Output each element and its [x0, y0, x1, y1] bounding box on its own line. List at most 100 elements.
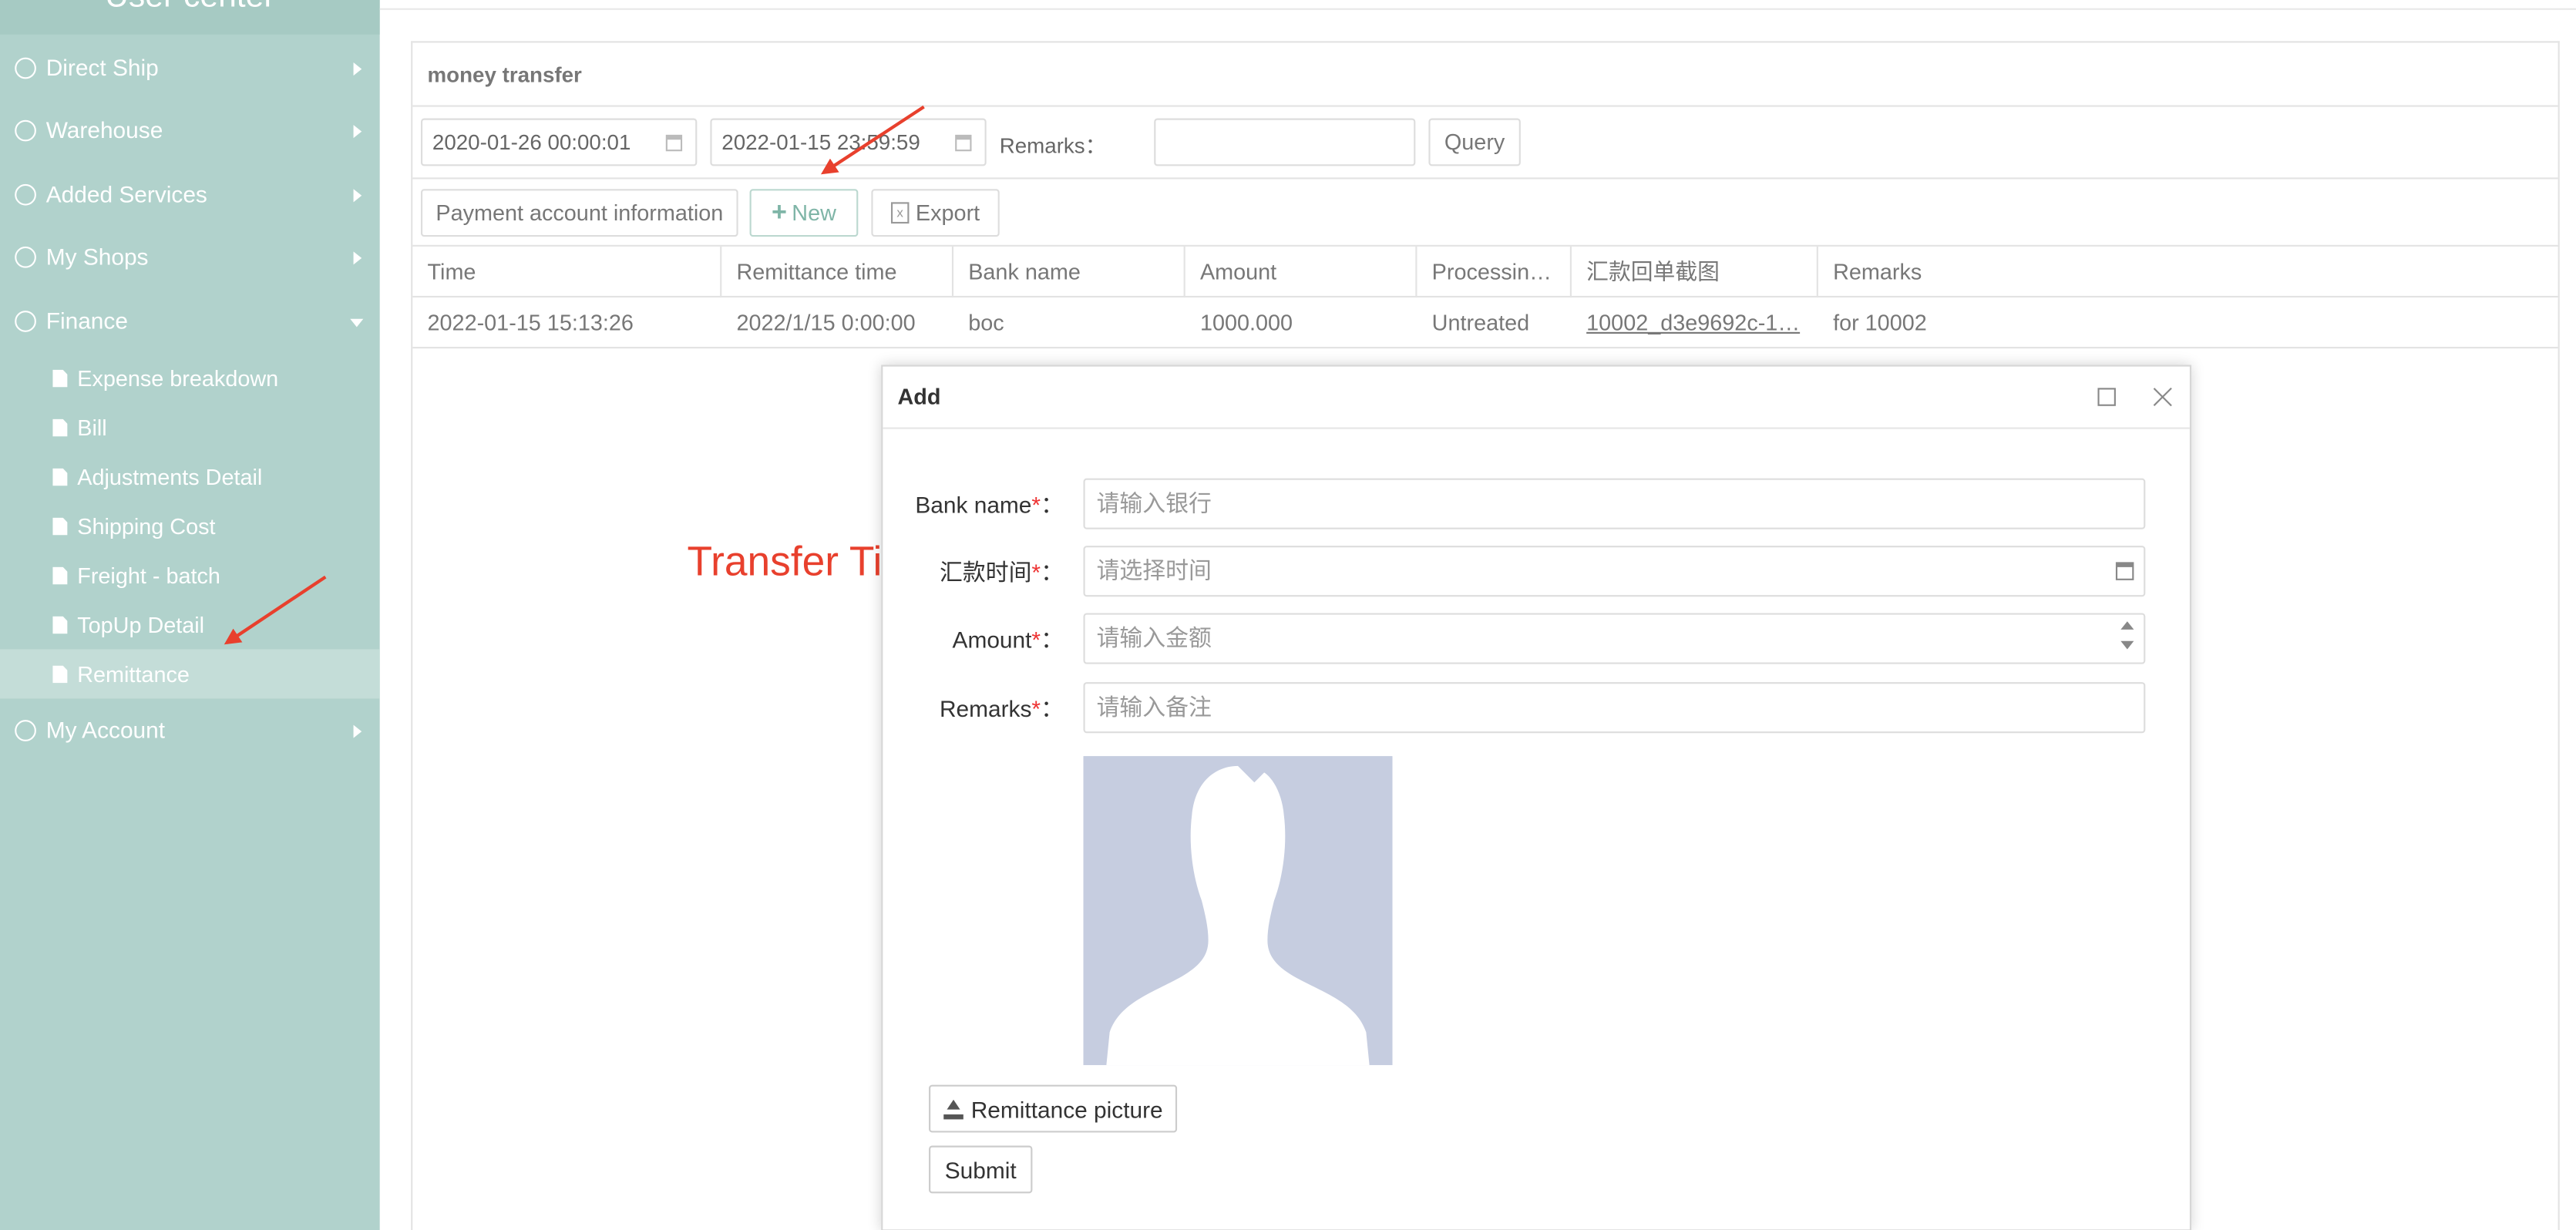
plus-icon: +: [771, 198, 787, 227]
calendar-icon[interactable]: [2115, 562, 2134, 580]
submit-button[interactable]: Submit: [929, 1145, 1033, 1194]
receipt-link[interactable]: 10002_d3e9692c-1…: [1586, 311, 1800, 335]
circle-icon: [15, 310, 36, 331]
amount-label: Amount*：: [883, 623, 1064, 656]
sidebar-subitem-freight-batch[interactable]: Freight - batch: [0, 550, 380, 600]
column-header-processing[interactable]: Processin…: [1417, 246, 1572, 298]
remit-time-label: 汇款时间*：: [883, 556, 1064, 589]
new-button[interactable]: + New: [749, 189, 859, 237]
add-remittance-dialog: Add Bank name*： 请输入银行 汇款时间*： 请选择时间 Amoun…: [881, 365, 2192, 1230]
calendar-icon[interactable]: [665, 134, 683, 152]
remarks-filter-input[interactable]: [1154, 118, 1416, 166]
app-root: User center Direct Ship Warehouse Added …: [0, 0, 2576, 1230]
sidebar-title: User center: [0, 0, 380, 35]
sidebar-subitem-remittance[interactable]: Remittance: [0, 649, 380, 699]
required-mark: *: [1031, 491, 1041, 518]
column-header-remarks[interactable]: Remarks: [1818, 247, 2558, 297]
sidebar-subitem-expense-breakdown[interactable]: Expense breakdown: [0, 354, 380, 403]
cell-receipt-screenshot: 10002_d3e9692c-1…: [1572, 297, 1818, 348]
document-icon: [52, 418, 68, 437]
sidebar-subitem-adjustments-detail[interactable]: Adjustments Detail: [0, 452, 380, 502]
excel-icon: x: [890, 202, 910, 224]
chevron-right-icon: [353, 724, 362, 738]
upload-remittance-picture-button[interactable]: Remittance picture: [929, 1084, 1178, 1133]
column-header-time[interactable]: Time: [412, 246, 722, 298]
sidebar-subitem-topup-detail[interactable]: TopUp Detail: [0, 600, 380, 649]
sidebar-subitem-shipping-cost[interactable]: Shipping Cost: [0, 502, 380, 551]
circle-icon: [15, 719, 36, 741]
sidebar-item-my-account[interactable]: My Account: [0, 698, 380, 761]
maximize-icon[interactable]: [2097, 388, 2116, 406]
sidebar-subitem-label: Expense breakdown: [77, 365, 279, 391]
new-button-label: New: [792, 200, 836, 226]
chevron-down-icon: [350, 318, 364, 328]
bank-name-input[interactable]: 请输入银行: [1083, 478, 2146, 529]
label-colon: ：: [1041, 491, 1064, 518]
calendar-icon[interactable]: [955, 134, 972, 152]
end-date-input[interactable]: 2022-01-15 23:59:59: [710, 118, 987, 166]
cell-time: 2022-01-15 15:13:26: [427, 311, 634, 336]
sidebar-item-label: Warehouse: [45, 116, 163, 143]
start-date-input[interactable]: 2020-01-26 00:00:01: [420, 118, 698, 166]
sidebar-item-my-shops[interactable]: My Shops: [0, 225, 380, 287]
chevron-right-icon: [353, 125, 362, 139]
sidebar-subitem-label: Adjustments Detail: [77, 464, 263, 489]
chevron-right-icon: [353, 251, 362, 265]
remarks-input[interactable]: 请输入备注: [1083, 682, 2146, 734]
chevron-right-icon: [353, 189, 362, 203]
sidebar-subitem-bill[interactable]: Bill: [0, 403, 380, 452]
spin-down-icon[interactable]: [2120, 640, 2134, 650]
remit-time-input[interactable]: 请选择时间: [1083, 546, 2146, 597]
column-header-receipt-screenshot[interactable]: 汇款回单截图: [1572, 246, 1818, 298]
upload-icon: [943, 1098, 963, 1119]
panel-title: money transfer: [412, 42, 2558, 107]
document-icon: [52, 467, 68, 486]
document-icon: [52, 368, 68, 388]
bank-name-label-text: Bank name: [915, 491, 1032, 518]
circle-icon: [15, 245, 36, 267]
required-mark: *: [1031, 695, 1041, 722]
query-button[interactable]: Query: [1428, 118, 1521, 166]
spin-up-icon[interactable]: [2120, 621, 2134, 630]
export-button-label: Export: [915, 200, 980, 226]
amount-label-text: Amount: [952, 626, 1032, 653]
upload-button-label: Remittance picture: [970, 1095, 1163, 1122]
table-row[interactable]: 2022-01-15 15:13:26 2022/1/15 0:00:00 bo…: [412, 297, 2558, 349]
circle-icon: [15, 56, 36, 79]
amount-input[interactable]: 请输入金额: [1083, 613, 2146, 664]
table-header: Time Remittance time Bank name Amount Pr…: [412, 246, 2558, 298]
document-icon: [52, 664, 68, 684]
document-icon: [52, 516, 68, 536]
circle-icon: [15, 183, 36, 205]
sidebar-item-finance[interactable]: Finance: [0, 289, 380, 351]
sidebar-item-added-services[interactable]: Added Services: [0, 163, 380, 225]
amount-placeholder: 请输入金额: [1096, 624, 1212, 651]
sidebar-subitem-label: Freight - batch: [77, 563, 220, 588]
chevron-right-icon: [353, 62, 362, 76]
cell-remittance-time: 2022/1/15 0:00:00: [736, 311, 916, 336]
circle-icon: [15, 119, 36, 141]
column-header-bank-name[interactable]: Bank name: [953, 246, 1185, 298]
remarks-label-text: Remarks: [939, 695, 1032, 722]
bank-name-label: Bank name*：: [883, 488, 1064, 521]
column-header-amount[interactable]: Amount: [1185, 246, 1417, 298]
sidebar-item-label: Finance: [45, 307, 128, 334]
close-icon[interactable]: [2152, 386, 2174, 408]
top-strip: [379, 0, 2576, 10]
sidebar-item-label: My Shops: [45, 243, 149, 270]
sidebar-item-warehouse[interactable]: Warehouse: [0, 99, 380, 161]
payment-account-info-button[interactable]: Payment account information: [420, 189, 738, 237]
remarks-label: Remarks*：: [883, 692, 1064, 725]
remarks-placeholder: 请输入备注: [1096, 694, 1212, 721]
cell-amount: 1000.000: [1199, 311, 1293, 336]
required-mark: *: [1031, 626, 1041, 653]
action-bar: Payment account information + New x Expo…: [412, 179, 2558, 247]
required-mark: *: [1031, 559, 1041, 586]
sidebar-subitem-label: Bill: [77, 415, 107, 440]
column-header-remittance-time[interactable]: Remittance time: [721, 246, 954, 298]
sidebar-subitem-label: TopUp Detail: [77, 612, 205, 637]
sidebar-item-direct-ship[interactable]: Direct Ship: [0, 36, 380, 99]
export-button[interactable]: x Export: [871, 189, 1000, 237]
cell-remarks: for 10002: [1833, 311, 1927, 336]
dialog-title: Add: [883, 367, 2190, 429]
